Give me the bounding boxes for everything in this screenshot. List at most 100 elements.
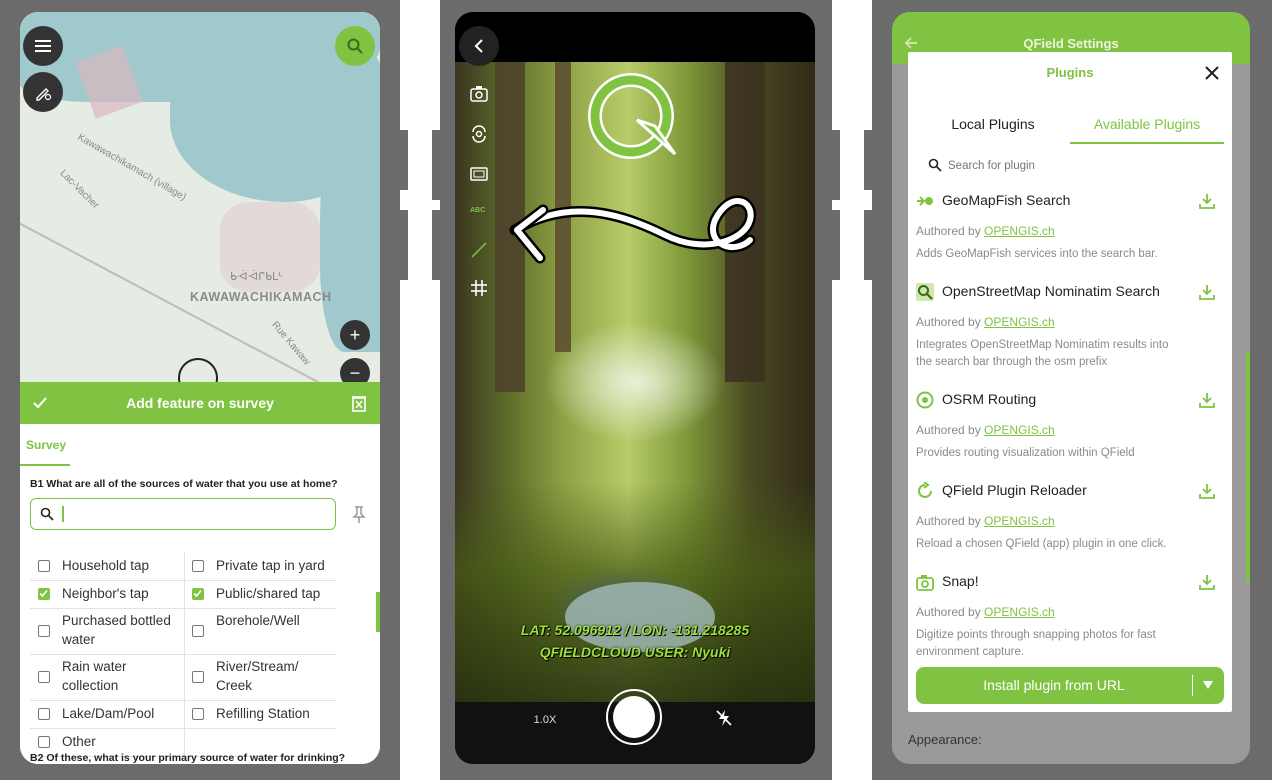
village-label: Kawawachikamach (village) <box>75 131 188 204</box>
button-divider <box>1192 675 1193 696</box>
plugin-item[interactable]: OSRM Routing Authored by OPENGIS.ch Provid… <box>916 391 1226 479</box>
authored-by-label: Authored by <box>916 514 985 528</box>
close-icon[interactable] <box>1205 66 1219 80</box>
plugin-item[interactable]: Snap! Authored by OPENGIS.ch Digitize poin… <box>916 573 1226 661</box>
option-label[interactable]: Borehole/Well <box>216 611 336 630</box>
grid-icon[interactable] <box>469 278 489 298</box>
delete-icon[interactable] <box>351 394 367 412</box>
location-overlay: LAT: 52.096912 / LON: -131.218285 <box>520 622 750 638</box>
plugin-name: Snap! <box>942 573 979 589</box>
plugin-author-line: Authored by OPENGIS.ch <box>916 605 1055 619</box>
confirm-check-icon[interactable] <box>32 395 48 411</box>
pin-icon[interactable] <box>352 506 366 524</box>
bezel-button <box>432 210 440 280</box>
option-checkbox[interactable] <box>38 736 50 748</box>
download-icon[interactable] <box>1198 192 1216 210</box>
plugin-author-link[interactable]: OPENGIS.ch <box>984 423 1055 437</box>
zoom-in-button[interactable]: + <box>340 320 370 350</box>
option-checkbox[interactable] <box>192 588 204 600</box>
option-checkbox[interactable] <box>192 671 204 683</box>
option-label[interactable]: Household tap <box>62 556 182 575</box>
option-label[interactable]: Lake/Dam/Pool <box>62 704 182 723</box>
settings-title: QField Settings <box>1023 36 1119 51</box>
menu-button[interactable] <box>23 26 63 66</box>
back-button[interactable] <box>459 26 499 66</box>
hamburger-icon <box>35 40 51 52</box>
settings-scrollbar[interactable] <box>1246 352 1250 582</box>
option-label[interactable]: Neighbor's tap <box>62 584 182 603</box>
appearance-label: Appearance: <box>908 732 982 747</box>
shutter-button[interactable] <box>606 689 662 745</box>
qfield-logo-icon <box>588 73 677 159</box>
zoom-level-button[interactable]: 1.0X <box>525 702 565 738</box>
search-icon <box>928 158 942 172</box>
plus-icon: + <box>349 324 361 345</box>
plugin-item[interactable]: QField Plugin Reloader Authored by OPENGI… <box>916 482 1226 570</box>
install-button-label: Install plugin from URL <box>983 677 1125 693</box>
authored-by-label: Authored by <box>916 315 985 329</box>
plugin-item[interactable]: OpenStreetMap Nominatim Search Authored b… <box>916 283 1226 371</box>
install-from-url-button[interactable]: Install plugin from URL <box>916 667 1224 704</box>
switch-camera-icon[interactable] <box>469 124 489 144</box>
option-row-divider <box>30 728 336 729</box>
option-row-divider <box>30 700 336 701</box>
plugin-name: OSRM Routing <box>942 391 1037 407</box>
option-checkbox[interactable] <box>38 708 50 720</box>
question-b1: B1 What are all of the sources of water … <box>30 478 338 490</box>
dropdown-arrow-icon[interactable] <box>1202 679 1214 691</box>
map-canvas[interactable]: KAWAWACHIKAMACH ᑲᐙᐙᒋᑲᒪᒡ Kawawachikamach … <box>20 12 380 412</box>
option-checkbox[interactable] <box>38 625 50 637</box>
plugin-search-input[interactable] <box>946 156 1190 176</box>
tab-local-plugins[interactable]: Local Plugins <box>916 116 1070 132</box>
digitize-mode-button[interactable] <box>23 72 63 112</box>
option-search-input[interactable] <box>30 498 336 530</box>
plugin-author-link[interactable]: OPENGIS.ch <box>984 315 1055 329</box>
tab-survey[interactable]: Survey <box>26 438 66 452</box>
plugin-description: Digitize points through snapping photos … <box>916 629 1156 658</box>
flash-off-icon[interactable] <box>715 709 733 727</box>
option-label[interactable]: River/Stream/ Creek <box>216 657 336 695</box>
search-button[interactable] <box>335 26 375 66</box>
aspect-ratio-icon[interactable] <box>469 164 489 184</box>
option-checkbox[interactable] <box>192 560 204 572</box>
syllabics-label: ᑲᐙᐙᒋᑲᒪᒡ <box>230 271 283 283</box>
plugin-item[interactable]: GeoMapFish Search Authored by OPENGIS.ch A… <box>916 192 1226 280</box>
option-checkbox[interactable] <box>192 708 204 720</box>
option-row-divider <box>30 608 336 609</box>
camera-settings-icon[interactable] <box>469 84 489 104</box>
plugin-author-link[interactable]: OPENGIS.ch <box>984 514 1055 528</box>
option-label[interactable]: Private tap in yard <box>216 556 336 575</box>
text-cursor <box>62 506 64 522</box>
bezel-button <box>832 210 840 280</box>
option-label[interactable]: Public/shared tap <box>216 584 336 603</box>
bezel-button <box>864 130 872 190</box>
plugins-dialog: Plugins Local Plugins Available Plugins … <box>908 52 1232 712</box>
tab-available-plugins[interactable]: Available Plugins <box>1070 116 1224 132</box>
option-label[interactable]: Other <box>62 732 182 751</box>
minus-icon: − <box>349 362 361 383</box>
plugin-description: Adds GeoMapFish services into the search… <box>916 248 1158 260</box>
stamp-text-toggle[interactable]: ABC <box>470 207 485 214</box>
search-icon <box>40 507 54 521</box>
option-label[interactable]: Rain water collection <box>62 657 182 695</box>
option-checkbox[interactable] <box>38 671 50 683</box>
option-label[interactable]: Refilling Station <box>216 704 336 723</box>
back-arrow-icon[interactable] <box>904 36 918 50</box>
option-checkbox[interactable] <box>38 560 50 572</box>
plugin-author-link[interactable]: OPENGIS.ch <box>984 605 1055 619</box>
plugin-author-link[interactable]: OPENGIS.ch <box>984 224 1055 238</box>
plugin-description: Integrates OpenStreetMap Nominatim resul… <box>916 339 1169 368</box>
option-checkbox[interactable] <box>192 625 204 637</box>
geotag-icon[interactable] <box>469 240 489 260</box>
scrollbar[interactable] <box>376 592 380 632</box>
option-checkbox[interactable] <box>38 588 50 600</box>
download-icon[interactable] <box>1198 573 1216 591</box>
download-icon[interactable] <box>1198 283 1216 301</box>
plugin-name: OpenStreetMap Nominatim Search <box>942 283 1160 299</box>
question-b2: B2 Of these, what is your primary source… <box>30 752 346 764</box>
bezel-button <box>864 210 872 280</box>
download-icon[interactable] <box>1198 391 1216 409</box>
option-label[interactable]: Purchased bottled water <box>62 611 182 649</box>
reload-icon <box>918 482 932 498</box>
download-icon[interactable] <box>1198 482 1216 500</box>
